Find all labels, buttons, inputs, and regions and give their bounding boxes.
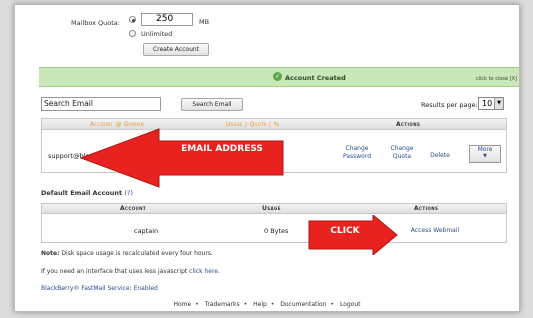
default-table-header: Account Usage Actions	[42, 204, 506, 214]
search-email-button[interactable]: Search Email	[181, 98, 243, 111]
unlimited-label: Unlimited	[141, 30, 173, 38]
chevron-down-icon: ▼	[494, 98, 503, 109]
blackberry-link[interactable]: BlackBerry® FastMail Service: Enabled	[41, 285, 158, 292]
email-callout-arrow	[79, 128, 284, 188]
change-quota-link[interactable]: Change Quota	[388, 145, 416, 160]
email-address-callout: EMAIL ADDRESS	[181, 144, 263, 154]
footer-nav: Home • Trademarks • Help • Documentation • L…	[173, 301, 361, 308]
footer-logout-link[interactable]: Logout	[340, 301, 361, 308]
results-per-page-select[interactable]: 10 ▼	[478, 97, 504, 110]
more-button[interactable]: More ▼	[469, 145, 501, 163]
footer-documentation-link[interactable]: Documentation	[280, 301, 326, 308]
delete-link[interactable]: Delete	[428, 152, 452, 160]
default-account-usage: 0 Bytes	[264, 227, 289, 235]
default-account-title-text: Default Email Account	[41, 189, 123, 197]
access-webmail-link[interactable]: Access Webmail	[400, 227, 470, 235]
quota-input[interactable]: 250	[141, 13, 193, 26]
col-default-actions: Actions	[414, 205, 439, 212]
create-account-button[interactable]: Create Account	[143, 43, 209, 56]
default-account-name: captain	[134, 227, 159, 235]
col-actions: Actions	[396, 121, 421, 128]
footer-help-link[interactable]: Help	[253, 301, 267, 308]
interface-note: If you need an interface that uses less …	[41, 268, 220, 275]
disk-space-note: Note: Disk space usage is recalculated e…	[41, 250, 213, 257]
note-text: Disk space usage is recalculated every f…	[61, 250, 213, 257]
results-per-page-label: Results per page:	[421, 101, 478, 109]
success-banner: ✓ Account Created click to close [X]	[39, 67, 519, 87]
quota-radio-limited[interactable]	[129, 16, 136, 23]
success-message: Account Created	[285, 74, 346, 82]
footer-home-link[interactable]: Home	[173, 301, 191, 308]
default-account-table: Account Usage Actions captain 0 Bytes Ac…	[41, 203, 507, 243]
col-default-account: Account	[120, 205, 147, 212]
interface-text: If you need an interface that uses less …	[41, 268, 188, 275]
screenshot-frame: Mailbox Quota: 250 MB Unlimited Create A…	[14, 4, 520, 312]
check-icon: ✓	[273, 72, 282, 81]
click-callout: CLICK	[330, 226, 360, 236]
results-per-page-value: 10	[482, 99, 493, 108]
close-banner-link[interactable]: click to close [X]	[476, 76, 517, 82]
more-label: More	[477, 146, 493, 153]
help-link[interactable]: (?)	[124, 189, 133, 197]
default-account-title: Default Email Account (?)	[41, 189, 133, 197]
search-email-input[interactable]: Search Email	[41, 97, 161, 111]
col-default-usage: Usage	[262, 205, 281, 212]
chevron-down-icon: ▼	[483, 153, 487, 159]
mailbox-quota-label: Mailbox Quota:	[71, 19, 120, 27]
quota-value: 250	[156, 14, 174, 24]
quota-unit: MB	[199, 18, 210, 26]
quota-radio-unlimited[interactable]	[129, 30, 136, 37]
click-here-link[interactable]: click here.	[189, 268, 220, 275]
note-label: Note:	[41, 250, 60, 257]
footer-trademarks-link[interactable]: Trademarks	[205, 301, 240, 308]
